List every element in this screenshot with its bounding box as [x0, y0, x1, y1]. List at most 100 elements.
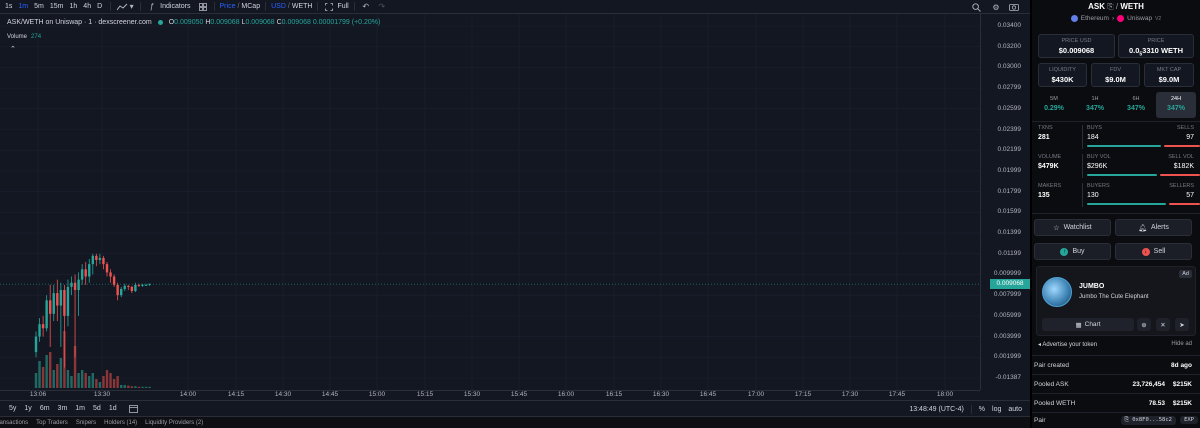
time-tick: 14:45 [321, 391, 339, 398]
volume-bar [70, 376, 73, 388]
buy-button[interactable]: ↑ Buy [1034, 243, 1111, 260]
log-toggle[interactable]: log [992, 406, 1001, 413]
chevron-up-icon[interactable]: ⌃ [10, 45, 16, 53]
chart-area[interactable]: ASK/WETH on Uniswap · 1 · dexscreener.co… [0, 14, 1030, 400]
timeframe-15m[interactable]: 15m [47, 3, 67, 10]
indicators-button[interactable]: Indicators [160, 3, 190, 10]
timeframe-1h[interactable]: 1h [67, 3, 81, 10]
dex-name[interactable]: Uniswap [1127, 15, 1152, 22]
candle [109, 269, 112, 283]
time-tick: 16:45 [699, 391, 717, 398]
volume-legend: Volume 274 [7, 34, 41, 40]
candle [123, 283, 126, 292]
range-1m[interactable]: 1m [71, 405, 89, 412]
date-range-icon[interactable] [128, 404, 138, 413]
usd-toggle[interactable]: USD [271, 3, 286, 10]
pair-address-button[interactable]: ⎘ 0x8F0...58c2 [1120, 416, 1176, 425]
ohlc-values: O0.009050 H0.009068 L0.009068 C0.009068 … [169, 19, 381, 26]
full-button[interactable]: Full [337, 3, 348, 10]
pair-address-row: Pair ⎘ 0x8F0...58c2 EXP [1032, 412, 1200, 428]
time-axis[interactable]: 13:06 13:30 14:00 14:15 14:30 14:45 15:00 15:15… [0, 390, 980, 400]
price-tick: 0.01399 [997, 229, 1022, 237]
telegram-icon[interactable]: ➤ [1175, 318, 1189, 331]
watchlist-button[interactable]: ☆ Watchlist [1034, 219, 1111, 236]
timeframe-1s[interactable]: 1s [2, 3, 15, 10]
x-social-icon[interactable]: ✕ [1156, 318, 1170, 331]
time-tick: 15:30 [463, 391, 481, 398]
volume-bar [59, 358, 63, 388]
copy-icon[interactable]: ⎘ [1107, 2, 1113, 11]
auto-toggle[interactable]: auto [1008, 406, 1022, 413]
change-6h[interactable]: 6H 347% [1116, 92, 1156, 118]
timeframe-4h[interactable]: 4h [80, 3, 94, 10]
time-tick: 15:45 [510, 391, 528, 398]
range-3m[interactable]: 3m [54, 405, 72, 412]
ad-chart-button[interactable]: ▦ Chart [1042, 318, 1134, 331]
camera-icon[interactable] [1008, 1, 1020, 13]
tab-holders-[interactable]: Holders (14) [104, 417, 145, 426]
price-axis[interactable]: 0.009068 0.03400 0.03200 0.03000 0.02799 0.0… [980, 14, 1030, 390]
volume-bar [105, 370, 109, 388]
change-5m[interactable]: 5M 0.29% [1034, 92, 1074, 118]
tab-liquidity-providers-[interactable]: Liquidity Providers (2) [145, 417, 211, 426]
weth-toggle[interactable]: WETH [292, 3, 313, 10]
range-5y[interactable]: 5y [5, 405, 20, 412]
fullscreen-icon[interactable] [323, 1, 335, 13]
mcap-label: MKT CAP [1156, 67, 1182, 73]
change-1h[interactable]: 1H 347% [1075, 92, 1115, 118]
divider [140, 2, 142, 11]
time-tick: 17:15 [794, 391, 812, 398]
price-chart-canvas[interactable] [0, 14, 1030, 400]
advertise-link[interactable]: ◂ Advertise your token [1038, 341, 1097, 348]
sell-button[interactable]: ↓ Sell [1115, 243, 1192, 260]
volume-bar [130, 386, 134, 388]
jumbo-logo [1042, 277, 1072, 307]
tab-top-traders[interactable]: Top Traders [36, 417, 76, 426]
alerts-button[interactable]: 🔔︎ Alerts [1115, 219, 1192, 236]
mcap-toggle[interactable]: MCap [241, 3, 260, 10]
time-tick: 14:30 [274, 391, 292, 398]
base-symbol: ASK [1088, 2, 1105, 11]
redo-icon[interactable]: ↷ [376, 1, 388, 13]
candle [56, 279, 59, 322]
chevron-down-icon[interactable]: ▾ [128, 1, 135, 13]
change-24h[interactable]: 24H 347% [1156, 92, 1196, 118]
price-toggle[interactable]: Price [220, 3, 236, 10]
price-native-label: PRICE [1147, 38, 1165, 44]
sponsored-ad[interactable]: Ad JUMBO Jumbo The Cute Elephant ▦ Chart … [1036, 266, 1196, 336]
templates-icon[interactable] [197, 1, 209, 13]
volume-bar [38, 361, 41, 388]
gear-icon[interactable]: ⚙ [990, 1, 1002, 13]
divider [353, 2, 355, 11]
indicators-icon[interactable]: ƒ [146, 1, 158, 13]
percent-toggle[interactable]: % [979, 406, 985, 413]
explorer-link[interactable]: EXP [1180, 416, 1198, 424]
timeframe-5m[interactable]: 5m [31, 3, 47, 10]
range-6m[interactable]: 6m [36, 405, 54, 412]
fdv-box: FDV $9.0M [1091, 63, 1140, 87]
time-tick: 14:00 [179, 391, 197, 398]
range-5d[interactable]: 5d [89, 405, 105, 412]
high-value: 0.009068 [210, 19, 240, 26]
chain-name[interactable]: Ethereum [1081, 15, 1109, 22]
range-1y[interactable]: 1y [20, 405, 35, 412]
hide-ad-button[interactable]: Hide ad [1171, 341, 1192, 347]
ad-chart-label: Chart [1084, 321, 1101, 328]
price-tick: 0.003999 [993, 332, 1021, 340]
search-icon[interactable] [970, 1, 982, 13]
watchlist-label: Watchlist [1063, 224, 1092, 231]
price-usd-label: PRICE USD [1061, 38, 1092, 44]
line-chart-icon[interactable] [116, 1, 128, 13]
undo-icon[interactable]: ↶ [360, 1, 372, 13]
volume-bar [49, 352, 52, 388]
globe-icon[interactable]: ⊕ [1137, 318, 1151, 331]
tab-snipers[interactable]: Snipers [76, 417, 104, 426]
status-dot-icon [157, 20, 163, 25]
pooled-weth-row: Pooled WETH 78.53 $215K [1032, 393, 1200, 412]
candle [41, 315, 45, 337]
timeframe-1m[interactable]: 1m [15, 3, 31, 10]
range-1d[interactable]: 1d [105, 405, 121, 412]
time-tick: 13:30 [93, 391, 111, 398]
tab-transactions[interactable]: Transactions [0, 417, 36, 426]
timeframe-D[interactable]: D [94, 3, 105, 10]
